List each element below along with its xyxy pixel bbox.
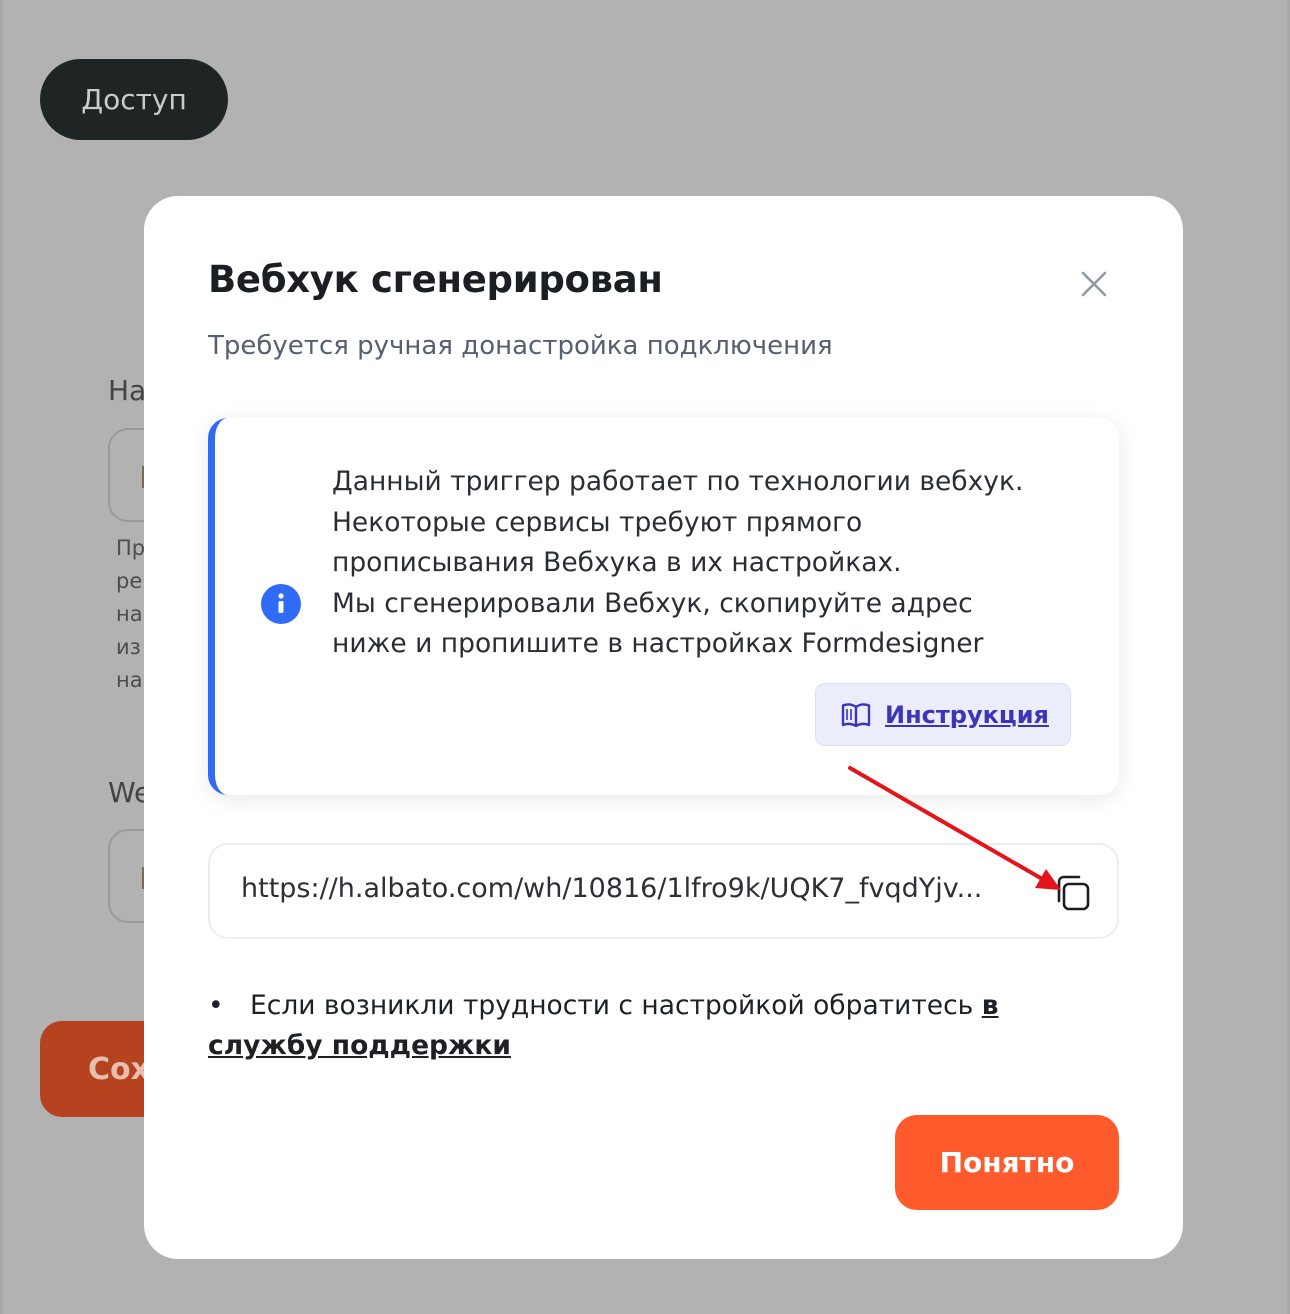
instruction-link[interactable]: Инструкция: [815, 683, 1071, 746]
info-text: Данный триггер работает по технологии ве…: [332, 466, 1024, 659]
book-icon: [841, 702, 871, 727]
name-hint: Пр ре на из на: [116, 536, 146, 692]
close-button[interactable]: [1076, 266, 1112, 302]
access-button[interactable]: Доступ: [40, 59, 228, 140]
modal-title: Вебхук сгенерирован: [208, 258, 663, 301]
webhook-url-field[interactable]: https://h.albato.com/wh/10816/1lfro9k/UQ…: [208, 843, 1119, 939]
copy-icon[interactable]: [1055, 874, 1091, 912]
instruction-label: Инструкция: [885, 700, 1049, 729]
info-icon: [261, 584, 301, 624]
webhook-modal: Вебхук сгенерирован Требуется ручная дон…: [144, 196, 1183, 1259]
webhook-url[interactable]: https://h.albato.com/wh/10816/1lfro9k/UQ…: [241, 873, 1021, 904]
name-field-label: На: [108, 374, 147, 407]
modal-subtitle: Требуется ручная донастройка подключения: [208, 331, 833, 361]
close-icon: [1081, 271, 1107, 297]
ok-button[interactable]: Понятно: [895, 1115, 1119, 1210]
info-card: Данный триггер работает по технологии ве…: [208, 418, 1119, 795]
page-edge-left: [0, 0, 3, 1314]
help-text: • Если возникли трудности с настройкой об…: [208, 990, 999, 1061]
